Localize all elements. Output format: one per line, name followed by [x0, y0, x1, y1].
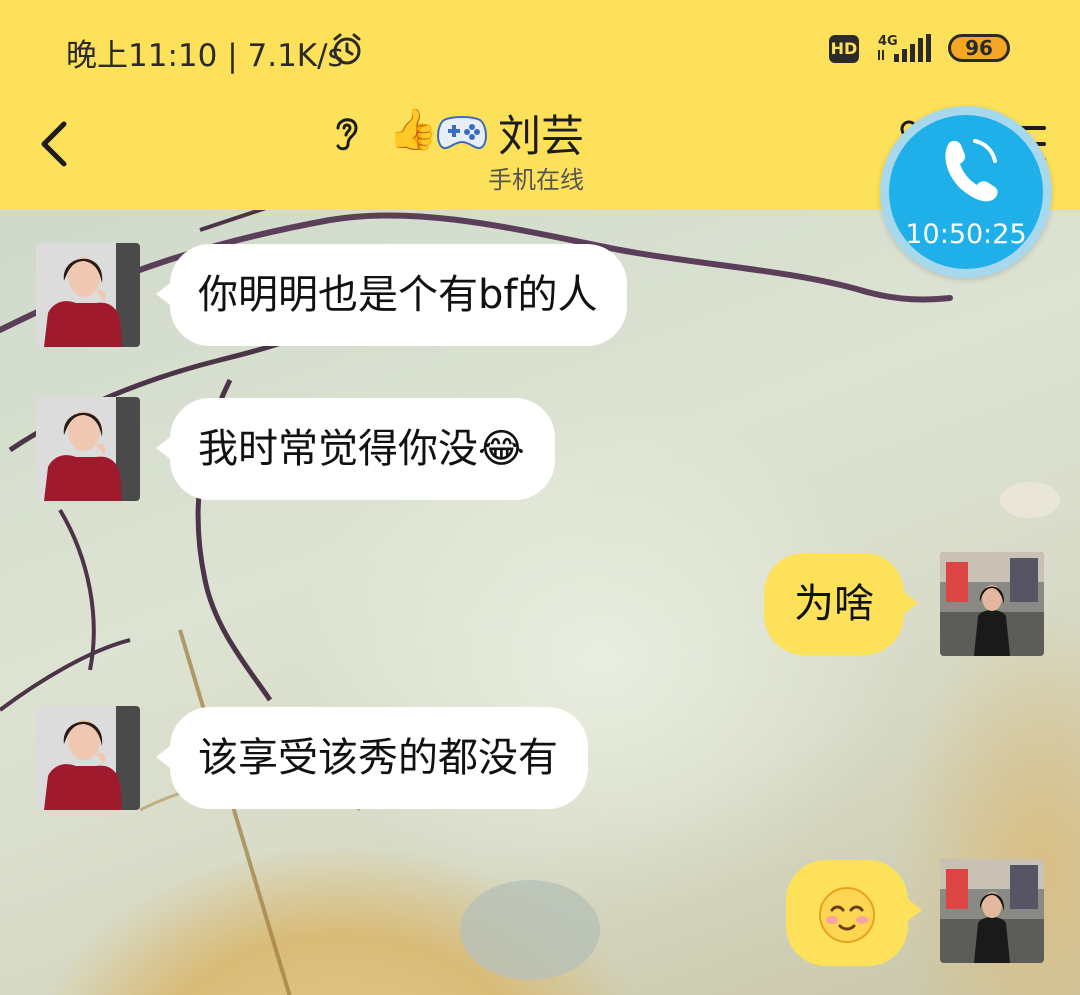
contact-avatar[interactable]	[36, 706, 140, 810]
phone-icon	[945, 139, 998, 202]
hd-badge: HD	[829, 35, 859, 63]
call-timer: 10:50:25	[905, 219, 1027, 250]
avatar-photo	[940, 859, 1044, 963]
message-bubble-incoming[interactable]: 我时常觉得你没😂	[156, 398, 555, 500]
tears-of-joy-emoji: 😂	[478, 426, 525, 472]
message-bubble-outgoing[interactable]	[786, 860, 922, 966]
my-avatar[interactable]	[940, 859, 1044, 963]
contact-avatar[interactable]	[36, 243, 140, 347]
ongoing-call-bubble[interactable]: 10:50:25	[880, 106, 1052, 278]
thumbs-up-icon[interactable]: 👍	[388, 106, 438, 154]
woozy-face-emoji	[819, 887, 875, 943]
signal-strength-icon: 4G	[878, 34, 931, 62]
avatar-photo	[940, 552, 1044, 656]
avatar-photo	[36, 243, 140, 347]
status-time: 晚上11:10 | 7.1K/s	[66, 38, 344, 74]
gamepad-icon[interactable]	[436, 112, 488, 152]
chat-screen: 晚上11:10 | 7.1K/s HD 4G 96 👍 刘芸 手机在线 10:5…	[0, 0, 1080, 995]
my-avatar[interactable]	[940, 552, 1044, 656]
message-bubble-incoming[interactable]: 该享受该秀的都没有	[156, 707, 588, 809]
ear-icon[interactable]	[328, 110, 366, 152]
message-text: 该享受该秀的都没有	[198, 735, 558, 781]
back-button[interactable]	[30, 112, 80, 176]
avatar-photo	[36, 706, 140, 810]
message-text: 我时常觉得你没	[198, 426, 478, 472]
contact-name[interactable]: 刘芸	[498, 102, 584, 164]
call-bubble-inner: 10:50:25	[889, 115, 1043, 269]
message-bubble-outgoing[interactable]: 为啥	[764, 553, 918, 655]
avatar-photo	[36, 397, 140, 501]
contact-status: 手机在线	[488, 166, 584, 194]
battery-indicator: 96	[948, 34, 1010, 62]
alarm-clock-icon	[333, 33, 361, 65]
message-text: 你明明也是个有bf的人	[198, 272, 598, 318]
contact-avatar[interactable]	[36, 397, 140, 501]
message-text: 为啥	[794, 581, 874, 627]
message-bubble-incoming[interactable]: 你明明也是个有bf的人	[156, 244, 628, 346]
network-label: 4G	[878, 34, 898, 49]
